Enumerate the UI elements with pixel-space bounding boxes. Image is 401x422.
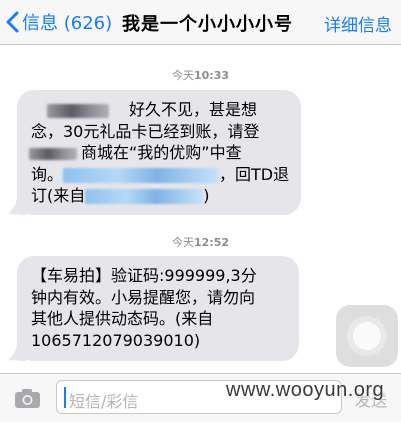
message-line: 钟内有效。小易提醒您，请勿向: [31, 287, 256, 307]
conversation-title: 我是一个小小小小号: [122, 14, 293, 35]
text-cursor: [64, 387, 66, 408]
redacted-sender-blur: [85, 189, 204, 204]
assistive-touch-ring: [347, 316, 387, 356]
message-line: 【车易拍】验证码:999999,3分: [31, 266, 257, 285]
message-line: 其他人提供动态码。(来自: [31, 309, 214, 328]
message-line: 询。 ，回TD退: [31, 164, 290, 184]
message-line: 念，30元礼品卡已经到账，请登: [31, 121, 260, 141]
assistive-touch-button[interactable]: [336, 305, 398, 367]
message-bubble-incoming[interactable]: 【车易拍】验证码:999999,3分 钟内有效。小易提醒您，请勿向 其他人提供动…: [17, 256, 299, 361]
message-timestamp: 今天10:33: [171, 69, 229, 82]
redacted-link-blur: [63, 167, 220, 183]
message-timestamp: 今天12:52: [171, 236, 229, 249]
message-line: 1065712079039010): [31, 330, 201, 350]
back-label: 信息 (626): [22, 13, 113, 34]
message-input-placeholder: 短信/彩信: [69, 392, 139, 411]
redacted-name-blur: [47, 103, 109, 118]
watermark-text: www.wooyun.org: [226, 379, 385, 401]
camera-icon[interactable]: [14, 388, 41, 409]
message-line: 订(来自): [31, 186, 210, 205]
back-button[interactable]: 信息 (626): [6, 9, 112, 35]
chevron-left-icon: [6, 11, 19, 33]
details-button[interactable]: 详细信息: [324, 11, 392, 36]
redacted-text-blur: [29, 147, 77, 160]
assistive-touch-dot: [353, 322, 381, 350]
message-bubble-incoming[interactable]: 好久不见，甚是想 念，30元礼品卡已经到账，请登 商城在“我的优购”中查 询。，…: [17, 90, 301, 215]
message-line: 好久不见，甚是想: [31, 99, 291, 121]
navigation-bar: 信息 (626) 我是一个小小小小号 详细信息: [0, 0, 401, 45]
message-line: 商城在“我的优购”中查: [29, 142, 291, 164]
